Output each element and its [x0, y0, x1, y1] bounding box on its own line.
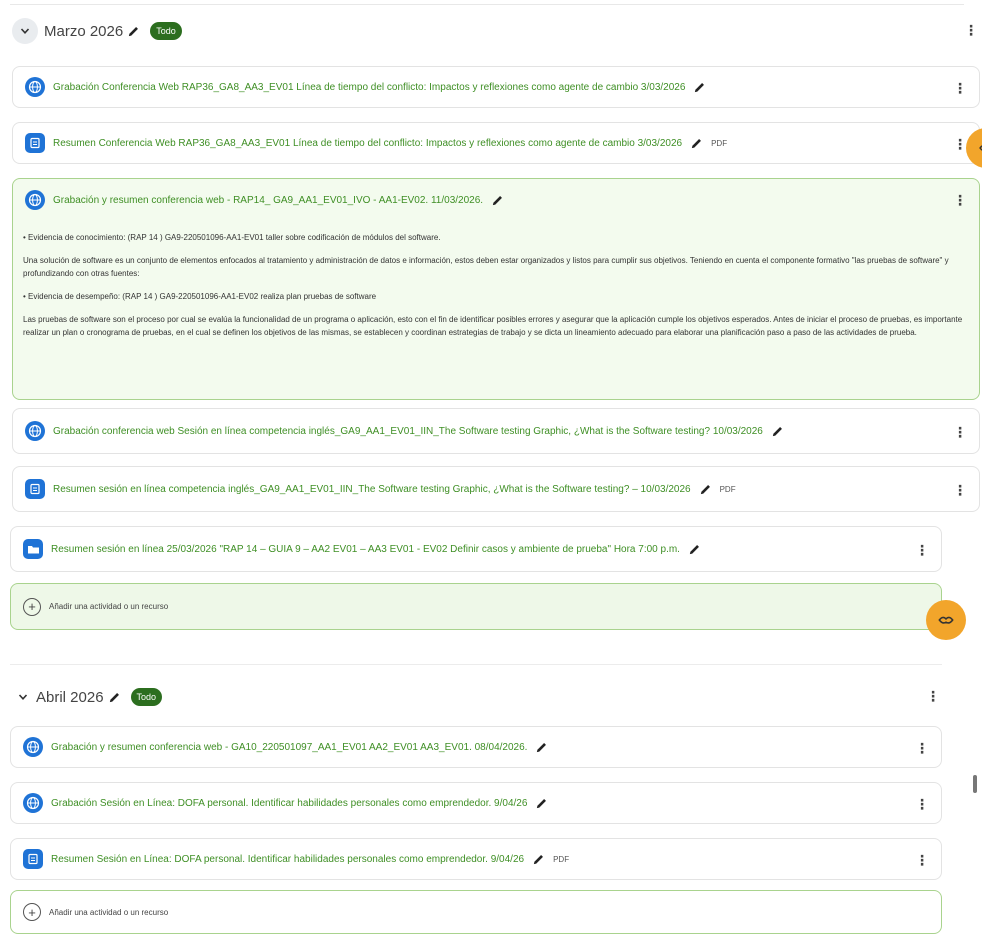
- section-header-marzo: Marzo 2026 Todo: [12, 16, 182, 46]
- add-activity-button[interactable]: + Añadir una actividad o un recurso: [10, 583, 942, 630]
- activity-item[interactable]: Grabación y resumen conferencia web - GA…: [10, 726, 942, 768]
- activity-link[interactable]: Grabación Sesión en Línea: DOFA personal…: [51, 798, 527, 809]
- globe-icon: [23, 793, 43, 813]
- activity-item[interactable]: Resumen Conferencia Web RAP36_GA8_AA3_EV…: [12, 122, 980, 164]
- item-menu-kebab-icon[interactable]: ⋮: [953, 136, 967, 153]
- folder-icon: [23, 539, 43, 559]
- status-badge: Todo: [150, 22, 182, 40]
- edit-pencil-icon[interactable]: [690, 137, 703, 150]
- section-menu-kebab-icon[interactable]: ⋮: [964, 22, 978, 39]
- activity-link[interactable]: Resumen sesión en línea 25/03/2026 "RAP …: [51, 544, 680, 555]
- file-type-label: PDF: [719, 484, 736, 494]
- document-icon: [23, 849, 43, 869]
- activity-item-highlighted[interactable]: Grabación y resumen conferencia web - RA…: [12, 178, 980, 400]
- activity-link[interactable]: Grabación conferencia web Sesión en líne…: [53, 426, 763, 437]
- description-paragraph: • Evidencia de conocimiento: (RAP 14 ) G…: [23, 233, 441, 242]
- section-divider: [10, 664, 942, 665]
- activity-item[interactable]: Resumen sesión en línea competencia ingl…: [12, 466, 980, 512]
- document-icon: [25, 479, 45, 499]
- section-title: Marzo 2026: [44, 22, 124, 40]
- activity-item[interactable]: Resumen sesión en línea 25/03/2026 "RAP …: [10, 526, 942, 572]
- edit-pencil-icon[interactable]: [693, 81, 706, 94]
- activity-link[interactable]: Grabación Conferencia Web RAP36_GA8_AA3_…: [53, 82, 685, 93]
- section-title: Abril 2026: [36, 688, 104, 706]
- activity-link[interactable]: Resumen Sesión en Línea: DOFA personal. …: [51, 854, 524, 865]
- globe-icon: [23, 737, 43, 757]
- plus-icon: +: [23, 597, 41, 616]
- handshake-icon: [938, 616, 954, 624]
- item-menu-kebab-icon[interactable]: ⋮: [953, 424, 967, 441]
- plus-icon: +: [23, 903, 41, 921]
- top-divider: [10, 4, 964, 5]
- edit-pencil-icon[interactable]: [535, 797, 548, 810]
- file-type-label: PDF: [553, 854, 570, 864]
- activity-item[interactable]: Grabación conferencia web Sesión en líne…: [12, 408, 980, 454]
- item-menu-kebab-icon[interactable]: ⋮: [915, 796, 929, 813]
- item-menu-kebab-icon[interactable]: ⋮: [953, 482, 967, 499]
- edit-pencil-icon[interactable]: [491, 194, 504, 207]
- status-badge: Todo: [130, 688, 163, 706]
- collapse-toggle-button[interactable]: [12, 18, 38, 44]
- activity-link[interactable]: Resumen sesión en línea competencia ingl…: [53, 484, 691, 495]
- item-menu-kebab-icon[interactable]: ⋮: [915, 740, 929, 757]
- item-menu-kebab-icon[interactable]: ⋮: [915, 542, 929, 559]
- section-menu-kebab-icon[interactable]: ⋮: [926, 688, 940, 705]
- activity-link[interactable]: Resumen Conferencia Web RAP36_GA8_AA3_EV…: [53, 138, 682, 149]
- globe-icon: [25, 421, 45, 441]
- edit-pencil-icon[interactable]: [108, 691, 121, 704]
- section-header-abril: Abril 2026 Todo: [14, 682, 163, 712]
- scrollbar-thumb[interactable]: [973, 775, 977, 793]
- edit-pencil-icon[interactable]: [771, 425, 784, 438]
- globe-icon: [25, 190, 45, 210]
- add-activity-label: Añadir una actividad o un recurso: [49, 602, 169, 611]
- add-activity-button[interactable]: + Añadir una actividad o un recurso: [10, 890, 942, 934]
- item-menu-kebab-icon[interactable]: ⋮: [953, 80, 967, 97]
- activity-link[interactable]: Grabación y resumen conferencia web - GA…: [51, 742, 527, 753]
- description-paragraph: • Evidencia de desempeño: (RAP 14 ) GA9-…: [23, 292, 377, 301]
- file-type-label: PDF: [711, 138, 728, 148]
- chat-assistant-fab[interactable]: [926, 600, 966, 640]
- edit-pencil-icon[interactable]: [535, 741, 548, 754]
- edit-pencil-icon[interactable]: [127, 25, 140, 38]
- activity-link[interactable]: Grabación y resumen conferencia web - RA…: [53, 195, 483, 206]
- activity-item[interactable]: Resumen Sesión en Línea: DOFA personal. …: [10, 838, 942, 880]
- activity-item[interactable]: Grabación Conferencia Web RAP36_GA8_AA3_…: [12, 66, 980, 108]
- chevron-down-icon: [20, 28, 30, 34]
- add-activity-label: Añadir una actividad o un recurso: [49, 907, 169, 917]
- activity-item[interactable]: Grabación Sesión en Línea: DOFA personal…: [10, 782, 942, 824]
- handshake-icon: [979, 145, 982, 151]
- item-menu-kebab-icon[interactable]: ⋮: [915, 852, 929, 869]
- description-paragraph: Las pruebas de software son el proceso p…: [23, 315, 963, 337]
- chevron-down-icon: [18, 694, 28, 700]
- edit-pencil-icon[interactable]: [699, 483, 712, 496]
- item-menu-kebab-icon[interactable]: ⋮: [953, 192, 967, 209]
- collapse-toggle-button[interactable]: [14, 684, 32, 710]
- globe-icon: [25, 77, 45, 97]
- activity-description: • Evidencia de conocimiento: (RAP 14 ) G…: [23, 231, 967, 349]
- document-icon: [25, 133, 45, 153]
- edit-pencil-icon[interactable]: [688, 543, 701, 556]
- edit-pencil-icon[interactable]: [532, 853, 545, 866]
- description-paragraph: Una solución de software es un conjunto …: [23, 256, 949, 278]
